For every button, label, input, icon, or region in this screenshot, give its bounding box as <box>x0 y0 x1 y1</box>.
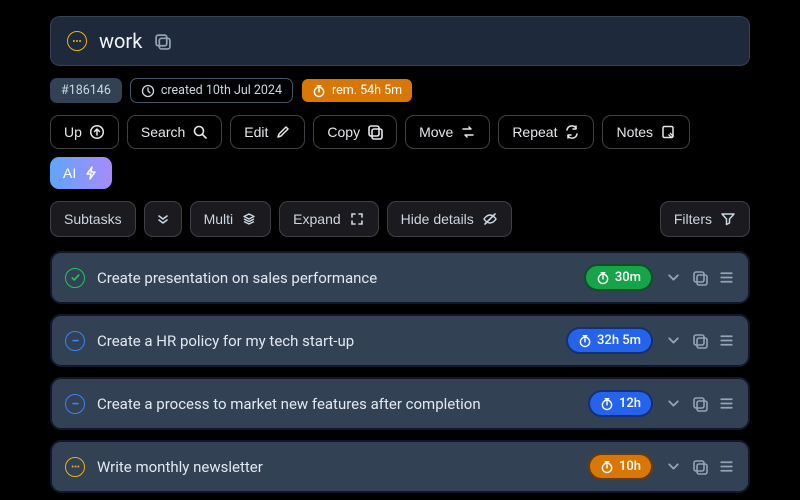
badge-row: #186146 created 10th Jul 2024 rem. 54h 5… <box>50 78 750 103</box>
search-icon <box>192 124 208 140</box>
task-time-label: 10h <box>619 459 641 474</box>
notes-button[interactable]: Notes <box>602 115 690 149</box>
task-status-icon[interactable] <box>65 331 85 351</box>
eye-off-icon <box>482 211 498 227</box>
copy-icon[interactable] <box>692 459 708 475</box>
task-time-label: 12h <box>619 396 641 411</box>
list-icon[interactable] <box>718 458 735 475</box>
chevron-down-icon[interactable] <box>665 458 682 475</box>
pencil-icon <box>275 124 291 140</box>
expand-button[interactable]: Expand <box>279 201 378 237</box>
task-status-icon[interactable] <box>65 394 85 414</box>
notes-icon <box>660 124 676 140</box>
clock-icon <box>141 84 155 98</box>
created-date-badge: created 10th Jul 2024 <box>130 78 293 103</box>
task-row[interactable]: Create a process to market new features … <box>50 377 750 430</box>
task-row[interactable]: Create presentation on sales performance… <box>50 251 750 304</box>
task-title: Create presentation on sales performance <box>97 269 572 287</box>
stopwatch-icon <box>600 397 614 411</box>
list-icon[interactable] <box>718 395 735 412</box>
chevron-down-icon[interactable] <box>665 332 682 349</box>
task-time-pill: 30m <box>584 264 653 291</box>
stopwatch-icon <box>578 334 592 348</box>
list-icon[interactable] <box>718 269 735 286</box>
task-time-label: 32h 5m <box>597 333 641 348</box>
copy-icon[interactable] <box>154 33 171 50</box>
multi-button[interactable]: Multi <box>190 201 272 237</box>
collapse-button[interactable] <box>144 201 182 237</box>
task-time-pill: 10h <box>588 453 653 480</box>
task-status-icon <box>67 31 87 51</box>
move-icon <box>460 124 476 140</box>
copy-icon[interactable] <box>692 396 708 412</box>
task-list: Create presentation on sales performance… <box>50 251 750 493</box>
filters-button[interactable]: Filters <box>660 201 750 237</box>
task-row[interactable]: Write monthly newsletter 10h <box>50 440 750 493</box>
copy-icon <box>367 124 383 140</box>
filter-icon <box>720 211 736 227</box>
task-status-icon[interactable] <box>65 268 85 288</box>
expand-icon <box>349 211 365 227</box>
up-icon <box>89 124 105 140</box>
up-button[interactable]: Up <box>50 115 119 149</box>
chevron-down-icon[interactable] <box>665 269 682 286</box>
page-title: work <box>99 29 142 53</box>
task-time-pill: 32h 5m <box>566 327 653 354</box>
created-date-label: created 10th Jul 2024 <box>161 83 282 98</box>
stack-icon <box>241 211 257 227</box>
copy-button[interactable]: Copy <box>313 115 397 149</box>
toolbar: Up Search Edit Copy Move Repeat Notes AI <box>50 115 750 189</box>
task-row[interactable]: Create a HR policy for my tech start-up … <box>50 314 750 367</box>
task-status-icon[interactable] <box>65 457 85 477</box>
bolt-icon <box>83 165 99 181</box>
task-title: Create a process to market new features … <box>97 395 576 413</box>
repeat-button[interactable]: Repeat <box>498 115 594 149</box>
title-bar: work <box>50 16 750 66</box>
edit-button[interactable]: Edit <box>230 115 305 149</box>
task-title: Create a HR policy for my tech start-up <box>97 332 554 350</box>
double-chevron-down-icon <box>155 211 171 227</box>
subtasks-button[interactable]: Subtasks <box>50 201 136 237</box>
stopwatch-icon <box>600 460 614 474</box>
chevron-down-icon[interactable] <box>665 395 682 412</box>
task-time-pill: 12h <box>588 390 653 417</box>
subtask-bar: Subtasks Multi Expand Hide details Filte… <box>50 201 750 237</box>
stopwatch-icon <box>596 271 610 285</box>
ai-button[interactable]: AI <box>50 157 112 189</box>
task-title: Write monthly newsletter <box>97 458 576 476</box>
task-time-label: 30m <box>615 270 641 285</box>
copy-icon[interactable] <box>692 270 708 286</box>
stopwatch-icon <box>312 84 326 98</box>
task-id-badge: #186146 <box>50 78 122 103</box>
copy-icon[interactable] <box>692 333 708 349</box>
search-button[interactable]: Search <box>127 115 222 149</box>
repeat-icon <box>564 124 580 140</box>
move-button[interactable]: Move <box>405 115 490 149</box>
list-icon[interactable] <box>718 332 735 349</box>
hide-details-button[interactable]: Hide details <box>387 201 512 237</box>
remaining-time-label: rem. 54h 5m <box>332 83 402 98</box>
remaining-time-badge: rem. 54h 5m <box>301 78 413 103</box>
